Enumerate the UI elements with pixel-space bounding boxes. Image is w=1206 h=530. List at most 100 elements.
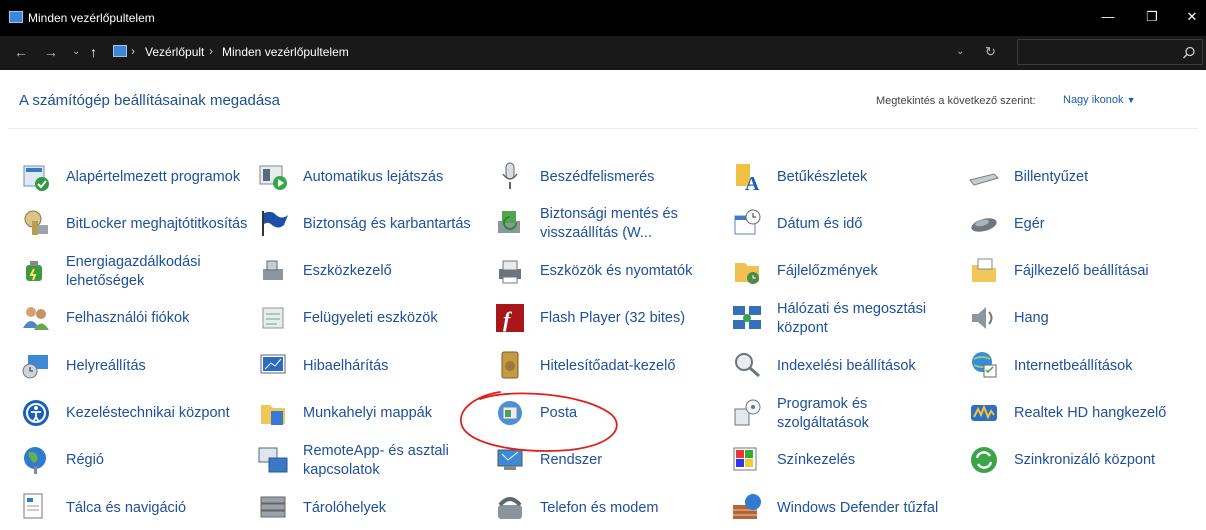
- breadcrumb-separator: ›: [209, 44, 213, 58]
- keyboard-icon: [968, 160, 1000, 192]
- network-icon: [731, 302, 763, 334]
- item-label: Helyreállítás: [66, 357, 146, 374]
- control-panel-item[interactable]: Fájlelőzmények: [731, 250, 963, 294]
- item-label: Hálózati és megosztási központ: [777, 300, 927, 336]
- view-by-dropdown[interactable]: Nagy ikonok ▼: [1063, 94, 1136, 106]
- item-label: Felügyeleti eszközök: [303, 310, 438, 327]
- control-panel-item[interactable]: Rendszer: [494, 439, 726, 483]
- control-panel-item[interactable]: Hang: [968, 297, 1200, 341]
- recent-dropdown-icon[interactable]: ⌄: [72, 44, 80, 60]
- internet-options-icon: [968, 349, 1000, 381]
- control-panel-item[interactable]: Szinkronizáló központ: [968, 439, 1200, 483]
- flash-icon: f: [494, 302, 526, 334]
- item-label: Eszközkezelő: [303, 263, 392, 280]
- control-panel-item[interactable]: Automatikus lejátszás: [257, 155, 489, 199]
- remoteapp-icon: [257, 444, 289, 476]
- control-panel-item[interactable]: Dátum és idő: [731, 202, 963, 246]
- bitlocker-icon: [20, 207, 52, 239]
- color-management-icon: [731, 444, 763, 476]
- breadcrumb-separator: ›: [131, 44, 135, 58]
- fonts-icon: A: [731, 160, 763, 192]
- control-panel-item[interactable]: Egér: [968, 202, 1200, 246]
- control-panel-item[interactable]: Beszédfelismerés: [494, 155, 726, 199]
- item-label: Színkezelés: [777, 452, 856, 469]
- firewall-icon: [731, 491, 763, 523]
- view-by-label: Megtekintés a következő szerint:: [876, 95, 1036, 107]
- control-panel-item[interactable]: Tálca és navigáció: [20, 486, 252, 530]
- control-panel-item[interactable]: Eszközök és nyomtatók: [494, 250, 726, 294]
- item-label: Fájlkezelő beállításai: [1014, 263, 1149, 280]
- up-arrow-icon[interactable]: ↑: [90, 44, 97, 60]
- phone-icon: [494, 491, 526, 523]
- item-label: Windows Defender tűzfal: [777, 499, 939, 516]
- control-panel-item[interactable]: Helyreállítás: [20, 344, 252, 388]
- control-panel-item[interactable]: Alapértelmezett programok: [20, 155, 252, 199]
- control-panel-item[interactable]: Munkahelyi mappák: [257, 392, 489, 436]
- item-label: Hibaelhárítás: [303, 357, 389, 374]
- close-button[interactable]: ✕: [1178, 6, 1206, 28]
- control-panel-item[interactable]: Hibaelhárítás: [257, 344, 489, 388]
- item-label: Munkahelyi mappák: [303, 405, 432, 421]
- minimize-button[interactable]: —: [1094, 6, 1122, 28]
- view-by-value: Nagy ikonok: [1063, 94, 1124, 106]
- item-label: Biztonsági mentés és visszaállítás (W...: [540, 206, 678, 242]
- item-label: Flash Player (32 bites): [540, 310, 686, 327]
- control-panel-item[interactable]: Billentyűzet: [968, 155, 1200, 199]
- power-icon: [20, 255, 52, 287]
- address-dropdown-icon[interactable]: ⌄: [956, 44, 964, 60]
- datetime-icon: [731, 207, 763, 239]
- restore-button[interactable]: ❐: [1138, 6, 1166, 28]
- control-panel-item[interactable]: Hitelesítőadat-kezelő: [494, 344, 726, 388]
- control-panel-item[interactable]: f Flash Player (32 bites): [494, 297, 726, 341]
- refresh-icon[interactable]: ↻: [985, 44, 996, 60]
- control-panel-item[interactable]: A Betűkészletek: [731, 155, 963, 199]
- control-panel-item[interactable]: Telefon és modem: [494, 486, 726, 530]
- item-label: Realtek HD hangkezelő: [1014, 405, 1167, 421]
- flag-icon: [257, 207, 289, 239]
- item-label: Egér: [1014, 215, 1045, 232]
- control-panel-item[interactable]: Hálózati és megosztási központ: [731, 297, 963, 341]
- control-panel-item[interactable]: Kezeléstechnikai központ: [20, 392, 252, 436]
- control-panel-item[interactable]: Programok és szolgáltatások: [731, 392, 963, 436]
- caret-down-icon: ▼: [1126, 95, 1136, 105]
- item-label: Hang: [1014, 310, 1049, 327]
- forward-arrow-icon[interactable]: →: [44, 44, 58, 60]
- control-panel-item[interactable]: Internetbeállítások: [968, 344, 1200, 388]
- control-panel-item[interactable]: Biztonság és karbantartás: [257, 202, 489, 246]
- taskbar-icon: [20, 491, 52, 523]
- item-label: Biztonság és karbantartás: [303, 215, 471, 232]
- control-panel-item[interactable]: Tárolóhelyek: [257, 486, 489, 530]
- search-icon: [1182, 46, 1195, 59]
- breadcrumb-all-items[interactable]: Minden vezérlőpultelem: [222, 45, 349, 59]
- control-panel-item[interactable]: Fájlkezelő beállításai: [968, 250, 1200, 294]
- control-panel-item[interactable]: Posta: [494, 392, 726, 436]
- item-label: Hitelesítőadat-kezelő: [540, 357, 676, 374]
- control-panel-item[interactable]: Eszközkezelő: [257, 250, 489, 294]
- back-arrow-icon[interactable]: ←: [14, 44, 28, 60]
- breadcrumb-control-panel[interactable]: Vezérlőpult: [145, 45, 204, 59]
- mouse-icon: [968, 207, 1000, 239]
- control-panel-item[interactable]: Felhasználói fiókok: [20, 297, 252, 341]
- control-panel-item[interactable]: Régió: [20, 439, 252, 483]
- item-label: Beszédfelismerés: [540, 168, 655, 185]
- control-panel-item[interactable]: Színkezelés: [731, 439, 963, 483]
- control-panel-item[interactable]: Indexelési beállítások: [731, 344, 963, 388]
- control-panel-small-icon: [113, 45, 127, 57]
- control-panel-item[interactable]: Energiagazdálkodási lehetőségek: [20, 250, 252, 294]
- control-panel-item[interactable]: Realtek HD hangkezelő: [968, 392, 1200, 436]
- search-input[interactable]: [1017, 39, 1203, 65]
- control-panel-item[interactable]: RemoteApp- és asztali kapcsolatok: [257, 439, 489, 483]
- control-panel-item[interactable]: Felügyeleti eszközök: [257, 297, 489, 341]
- control-panel-item[interactable]: Biztonsági mentés és visszaállítás (W...: [494, 202, 726, 246]
- control-panel-item[interactable]: BitLocker meghajtótitkosítás: [20, 202, 252, 246]
- item-label: Automatikus lejátszás: [303, 168, 444, 185]
- item-label: Energiagazdálkodási lehetőségek: [66, 253, 201, 289]
- control-panel-icon: [9, 11, 23, 23]
- indexing-icon: [731, 349, 763, 381]
- default-programs-icon: [20, 160, 52, 192]
- system-icon: [494, 444, 526, 476]
- item-label: Alapértelmezett programok: [66, 168, 241, 185]
- item-label: Rendszer: [540, 452, 603, 469]
- file-history-icon: [731, 255, 763, 287]
- control-panel-item[interactable]: Windows Defender tűzfal: [731, 486, 963, 530]
